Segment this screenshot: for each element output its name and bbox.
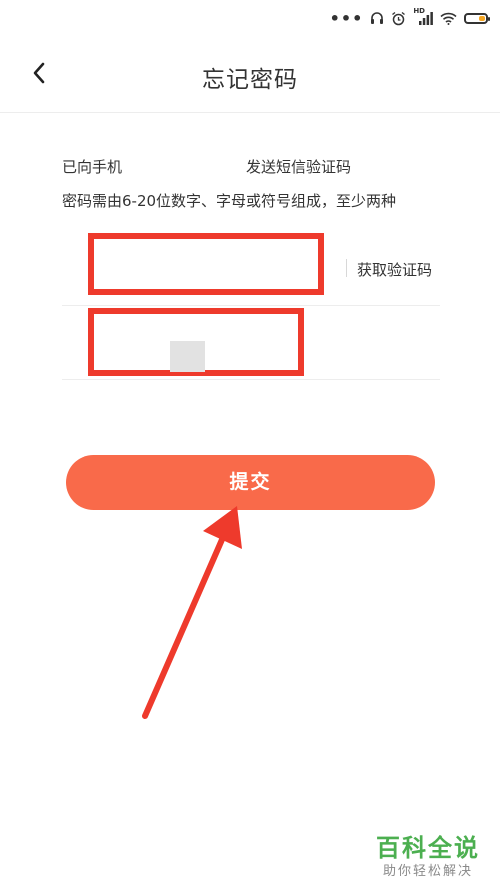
watermark-logo: 百科全说 助你轻松解决 (376, 833, 480, 881)
annotation-arrow (142, 506, 242, 719)
watermark-subtitle: 助你轻松解决 (382, 864, 473, 879)
watermark-title: 百科全说 (376, 834, 480, 862)
